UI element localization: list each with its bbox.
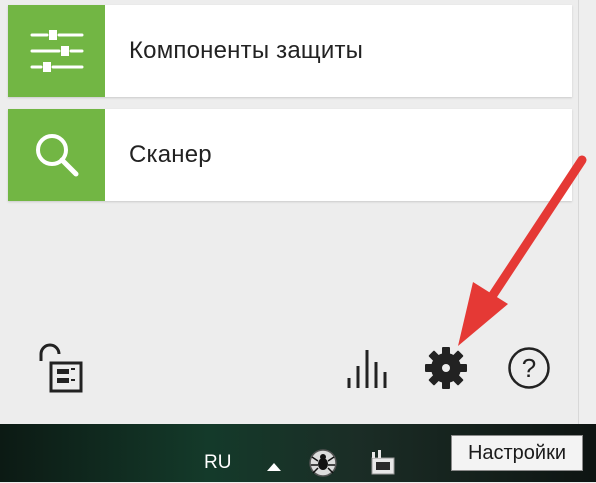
network-icon: [371, 450, 395, 475]
help-glyph: ?: [522, 353, 536, 383]
statistics-button[interactable]: [343, 343, 389, 391]
protection-components-label: Компоненты защиты: [129, 37, 364, 64]
scanner-tile: [8, 109, 105, 201]
chevron-up-icon: [267, 463, 281, 471]
network-tray-button[interactable]: [368, 448, 398, 478]
show-hidden-icons-button[interactable]: [266, 460, 282, 472]
help-button[interactable]: ?: [506, 345, 552, 391]
protection-components-button[interactable]: Компоненты защиты: [8, 5, 572, 97]
settings-tooltip: Настройки: [451, 435, 583, 471]
search-icon: [35, 134, 78, 177]
language-indicator[interactable]: RU: [204, 452, 231, 474]
unlock-button[interactable]: [30, 340, 86, 396]
scanner-label: Сканер: [129, 141, 212, 168]
app-panel: Компоненты защиты Сканер ?: [0, 0, 579, 424]
protection-components-tile: [8, 5, 105, 97]
unlock-icon: [39, 343, 83, 393]
statistics-icon: [347, 350, 387, 388]
scanner-button[interactable]: Сканер: [8, 109, 572, 201]
help-icon: ?: [508, 347, 550, 389]
gear-icon: [425, 347, 467, 389]
sliders-icon: [30, 30, 83, 72]
settings-button[interactable]: [423, 345, 469, 391]
drweb-tray-button[interactable]: [307, 448, 339, 478]
spider-icon: [309, 449, 337, 477]
